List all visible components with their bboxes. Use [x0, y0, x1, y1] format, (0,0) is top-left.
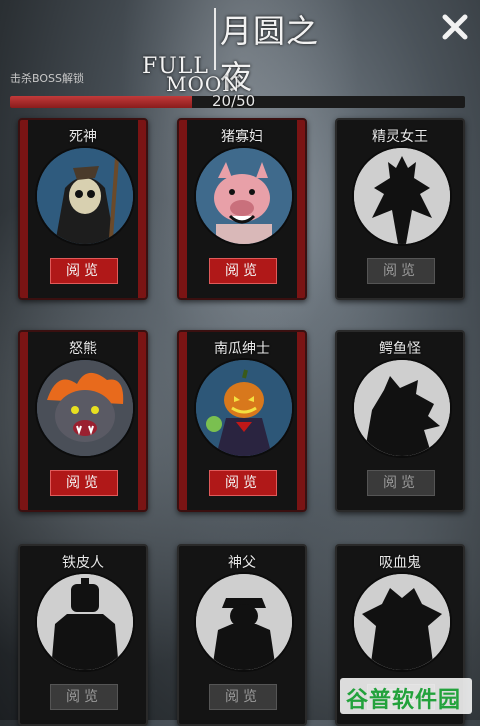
view-button[interactable]: 阅览 — [209, 684, 277, 710]
angry-bear-portrait-icon — [37, 360, 133, 456]
view-button[interactable]: 阅览 — [50, 470, 118, 496]
boss-card-grid: 死神 阅览 猪寡妇 阅览 精灵女王 阅览 怒熊 阅览 南瓜绅士 阅览 鳄鱼怪 阅… — [0, 0, 480, 726]
crocodile-silhouette-icon — [354, 360, 450, 456]
boss-name: 铁皮人 — [62, 555, 104, 571]
boss-name: 精灵女王 — [372, 129, 428, 145]
boss-card[interactable]: 精灵女王 阅览 — [335, 118, 465, 300]
boss-portrait — [35, 572, 135, 672]
boss-card[interactable]: 神父 阅览 — [177, 544, 307, 726]
boss-name: 死神 — [69, 129, 97, 145]
view-button[interactable]: 阅览 — [367, 470, 435, 496]
boss-portrait — [352, 572, 452, 672]
boss-card[interactable]: 南瓜绅士 阅览 — [177, 330, 307, 512]
boss-name: 吸血鬼 — [379, 555, 421, 571]
vampire-silhouette-icon — [354, 574, 450, 670]
boss-portrait — [352, 146, 452, 246]
boss-name: 猪寡妇 — [221, 129, 263, 145]
boss-portrait — [35, 358, 135, 458]
boss-name: 神父 — [228, 555, 256, 571]
view-button[interactable]: 阅览 — [209, 470, 277, 496]
boss-portrait — [352, 358, 452, 458]
boss-name: 怒熊 — [69, 341, 97, 357]
boss-card[interactable]: 死神 阅览 — [18, 118, 148, 300]
boss-card[interactable]: 铁皮人 阅览 — [18, 544, 148, 726]
watermark-text: 谷普软件园 — [346, 688, 462, 713]
boss-portrait — [194, 572, 294, 672]
view-button[interactable]: 阅览 — [367, 258, 435, 284]
pumpkin-gentleman-portrait-icon — [196, 360, 292, 456]
boss-name: 鳄鱼怪 — [379, 341, 421, 357]
tin-man-silhouette-icon — [37, 574, 133, 670]
priest-silhouette-icon — [196, 574, 292, 670]
boss-card[interactable]: 猪寡妇 阅览 — [177, 118, 307, 300]
elf-queen-silhouette-icon — [354, 148, 450, 244]
boss-card[interactable]: 鳄鱼怪 阅览 — [335, 330, 465, 512]
boss-portrait — [194, 358, 294, 458]
view-button[interactable]: 阅览 — [50, 684, 118, 710]
pig-widow-portrait-icon — [196, 148, 292, 244]
boss-portrait — [35, 146, 135, 246]
reaper-portrait-icon — [37, 148, 133, 244]
site-watermark: 谷普软件园 — [340, 678, 472, 714]
boss-portrait — [194, 146, 294, 246]
boss-name: 南瓜绅士 — [214, 341, 270, 357]
view-button[interactable]: 阅览 — [50, 258, 118, 284]
boss-card[interactable]: 怒熊 阅览 — [18, 330, 148, 512]
view-button[interactable]: 阅览 — [209, 258, 277, 284]
